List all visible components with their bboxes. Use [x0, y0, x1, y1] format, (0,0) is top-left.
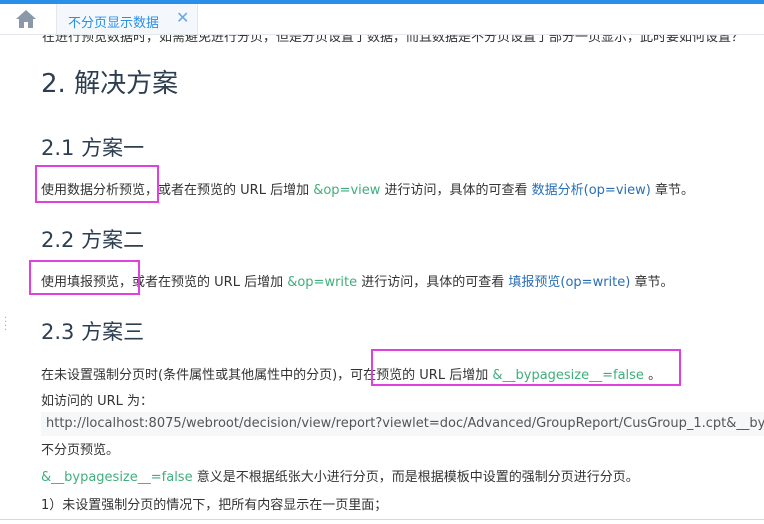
plan-2-paragraph: 使用填报预览，或者在预览的 URL 后增加 &op=write 进行访问，具体的…	[41, 271, 673, 290]
url-code-text: http://localhost:8075/webroot/decision/v…	[46, 416, 764, 431]
tab-no-paging[interactable]: 不分页显示数据 ✕	[56, 4, 198, 34]
heading-solution: 2. 解决方案	[41, 69, 179, 99]
heading-plan-3: 2.3 方案三	[41, 320, 145, 344]
plan-3-highlight-text: 可在预览的 URL 后增加	[350, 368, 493, 383]
bypagesize-code: &__bypagesize__=false	[41, 470, 193, 485]
plan-1-highlight-text: 使用数据分析预览，	[41, 183, 159, 198]
plan-2-text-1: 或者在预览的 URL 后增加	[132, 275, 288, 290]
url-code-block: http://localhost:8075/webroot/decision/v…	[41, 412, 764, 436]
plan-1-link[interactable]: 数据分析(op=view)	[532, 183, 651, 198]
plan-3-highlight-end: 。	[643, 368, 662, 383]
bypagesize-description: &__bypagesize__=false 意义是不根据纸张大小进行分页，而是根…	[41, 466, 639, 485]
plan-1-code: &op=view	[313, 183, 381, 198]
tab-label: 不分页显示数据	[68, 16, 160, 31]
plan-2-highlight-text: 使用填报预览，	[41, 275, 133, 290]
list-item-1: 1）未设置强制分页的情况下，把所有内容显示在一页里面；	[41, 498, 388, 513]
doc-content: 在进行预览数据时，如需避免进行分页，但是分页设置了数据，而且数据是不分页设置了部…	[0, 35, 764, 524]
tab-bar: 不分页显示数据 ✕	[0, 4, 764, 35]
plan-1-text-3: 章节。	[650, 183, 694, 198]
plan-2-link[interactable]: 填报预览(op=write)	[508, 275, 630, 290]
intro-clipped-line: 在进行预览数据时，如需避免进行分页，但是分页设置了数据，而且数据是不分页设置了部…	[42, 35, 745, 45]
resize-handle[interactable]: · · · ·	[4, 314, 7, 336]
plan-2-text-3: 章节。	[630, 275, 674, 290]
plan-3-text-1: 在未设置强制分页时(条件属性或其他属性中的分页)，	[41, 368, 351, 383]
home-icon[interactable]	[15, 9, 37, 29]
plan-3-paragraph: 在未设置强制分页时(条件属性或其他属性中的分页)，可在预览的 URL 后增加 &…	[41, 364, 661, 383]
url-label: 如访问的 URL 为：	[41, 394, 154, 409]
plan-2-code: &op=write	[287, 275, 358, 290]
plan-1-paragraph: 使用数据分析预览，或者在预览的 URL 后增加 &op=view 进行访问，具体…	[41, 179, 694, 198]
bottom-divider	[0, 519, 764, 520]
bypagesize-desc-text: 意义是不根据纸张大小进行分页，而是根据模板中设置的强制分页进行分页。	[192, 470, 639, 485]
close-icon[interactable]: ✕	[176, 8, 189, 27]
heading-plan-2: 2.2 方案二	[41, 228, 145, 252]
no-page-preview-text: 不分页预览。	[41, 443, 120, 458]
plan-2-text-2: 进行访问，具体的可查看	[357, 275, 509, 290]
plan-1-text-1: 或者在预览的 URL 后增加	[158, 183, 314, 198]
plan-1-text-2: 进行访问，具体的可查看	[380, 183, 532, 198]
heading-plan-1: 2.1 方案一	[41, 136, 145, 160]
plan-3-code: &__bypagesize__=false	[492, 368, 644, 383]
